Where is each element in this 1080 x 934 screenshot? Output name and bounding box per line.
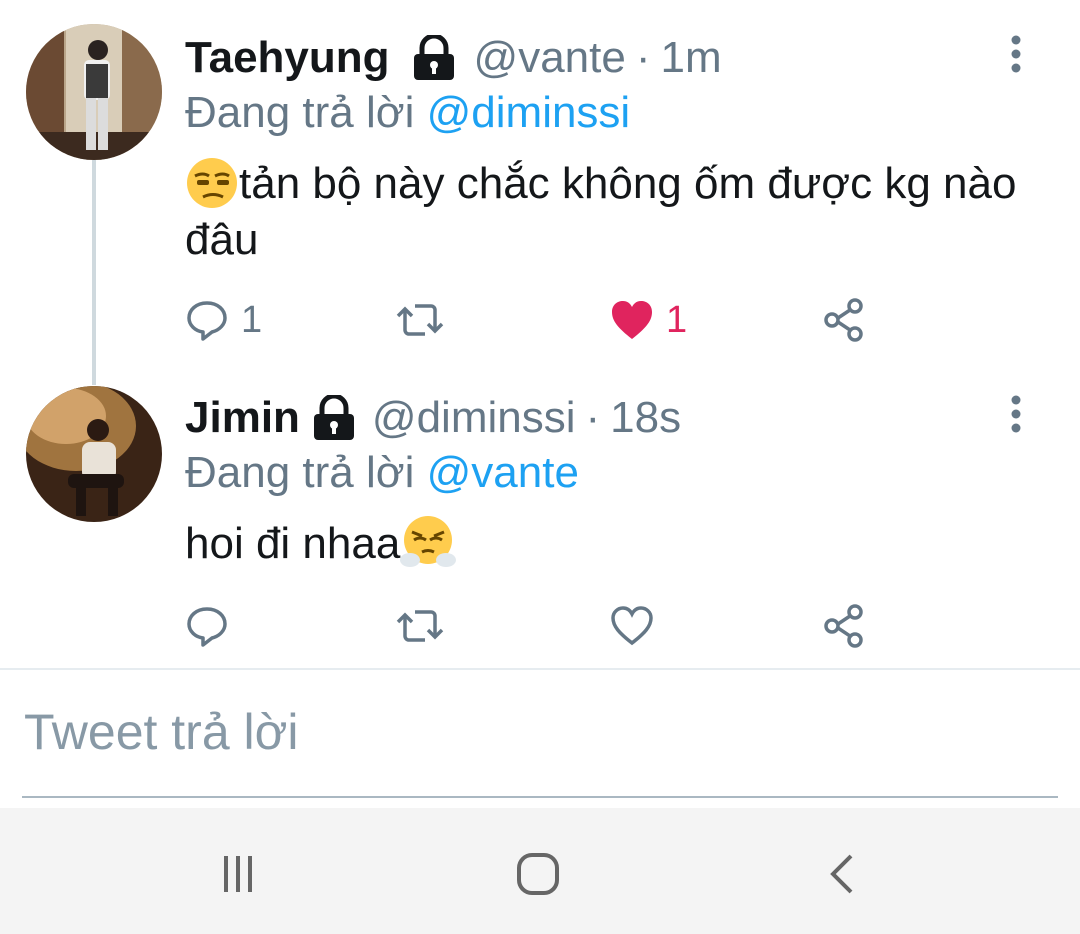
- tweet-body: tản bộ này chắc không ốm được kg nào đâu: [185, 159, 1017, 264]
- reply-composer: [0, 672, 1080, 808]
- avatar[interactable]: [26, 386, 162, 522]
- recent-apps-icon: [224, 856, 252, 892]
- more-options-icon[interactable]: [1008, 394, 1024, 434]
- retweet-button[interactable]: [395, 296, 457, 344]
- input-underline: [22, 796, 1058, 798]
- like-count: 1: [666, 298, 688, 341]
- back-icon: [830, 854, 853, 894]
- replying-to-label: Đang trả lời: [185, 88, 415, 137]
- face-with-steam-emoji-icon: [400, 516, 457, 568]
- display-name[interactable]: Taehyung: [185, 33, 390, 83]
- timestamp[interactable]: 18s: [610, 393, 681, 443]
- divider: [0, 668, 1080, 670]
- retweet-button[interactable]: [395, 602, 457, 650]
- share-button[interactable]: [823, 602, 865, 650]
- user-handle[interactable]: @vante: [474, 33, 626, 83]
- heart-outline-icon: [611, 606, 653, 646]
- replying-to: Đang trả lời @diminssi: [185, 88, 630, 138]
- tweet-body: hoi đi nhaa: [185, 519, 401, 568]
- tweet-jimin[interactable]: Jimin @diminssi · 18s Đang trả lời @vant…: [0, 360, 1080, 670]
- display-name[interactable]: Jimin: [185, 393, 300, 443]
- reply-count: 1: [241, 298, 263, 341]
- tweet-actions: 1 1: [185, 296, 885, 344]
- tweet-taehyung[interactable]: Taehyung @vante · 1m Đang trả lời @dimin…: [0, 0, 1080, 372]
- recent-apps-button[interactable]: [208, 844, 268, 904]
- share-icon: [824, 298, 863, 342]
- reply-button[interactable]: [185, 602, 241, 650]
- like-button[interactable]: [610, 602, 666, 650]
- replying-to-label: Đang trả lời: [185, 448, 415, 497]
- reply-input[interactable]: [22, 702, 1026, 762]
- tweet-text: tản bộ này chắc không ốm được kg nào đâu: [185, 156, 1025, 268]
- home-icon: [517, 853, 559, 895]
- home-button[interactable]: [508, 844, 568, 904]
- separator-dot: ·: [635, 33, 651, 82]
- reply-icon: [187, 301, 227, 341]
- lock-icon: [413, 35, 454, 80]
- tweet-actions: [185, 602, 885, 650]
- share-icon: [824, 604, 863, 648]
- tweet-header: Taehyung @vante · 1m: [185, 28, 722, 88]
- replying-to: Đang trả lời @vante: [185, 448, 579, 498]
- heart-filled-icon: [612, 301, 652, 339]
- tweet-text: hoi đi nhaa: [185, 516, 1025, 572]
- mention-link[interactable]: @diminssi: [427, 88, 631, 137]
- reply-icon: [187, 607, 227, 647]
- reply-button[interactable]: 1: [185, 296, 262, 344]
- share-button[interactable]: [823, 296, 865, 344]
- retweet-icon: [396, 304, 444, 336]
- more-options-icon[interactable]: [1008, 34, 1024, 74]
- user-handle[interactable]: @diminssi: [372, 393, 576, 443]
- system-navigation-bar: [0, 808, 1080, 934]
- mention-link[interactable]: @vante: [427, 448, 579, 497]
- avatar[interactable]: [26, 24, 162, 160]
- timestamp[interactable]: 1m: [661, 33, 722, 83]
- back-button[interactable]: [812, 844, 872, 904]
- tweet-header: Jimin @diminssi · 18s: [185, 388, 681, 448]
- lock-icon: [313, 395, 354, 440]
- unamused-face-emoji-icon: [187, 158, 237, 209]
- like-button[interactable]: 1: [610, 296, 687, 344]
- separator-dot: ·: [585, 393, 601, 442]
- retweet-icon: [396, 610, 444, 642]
